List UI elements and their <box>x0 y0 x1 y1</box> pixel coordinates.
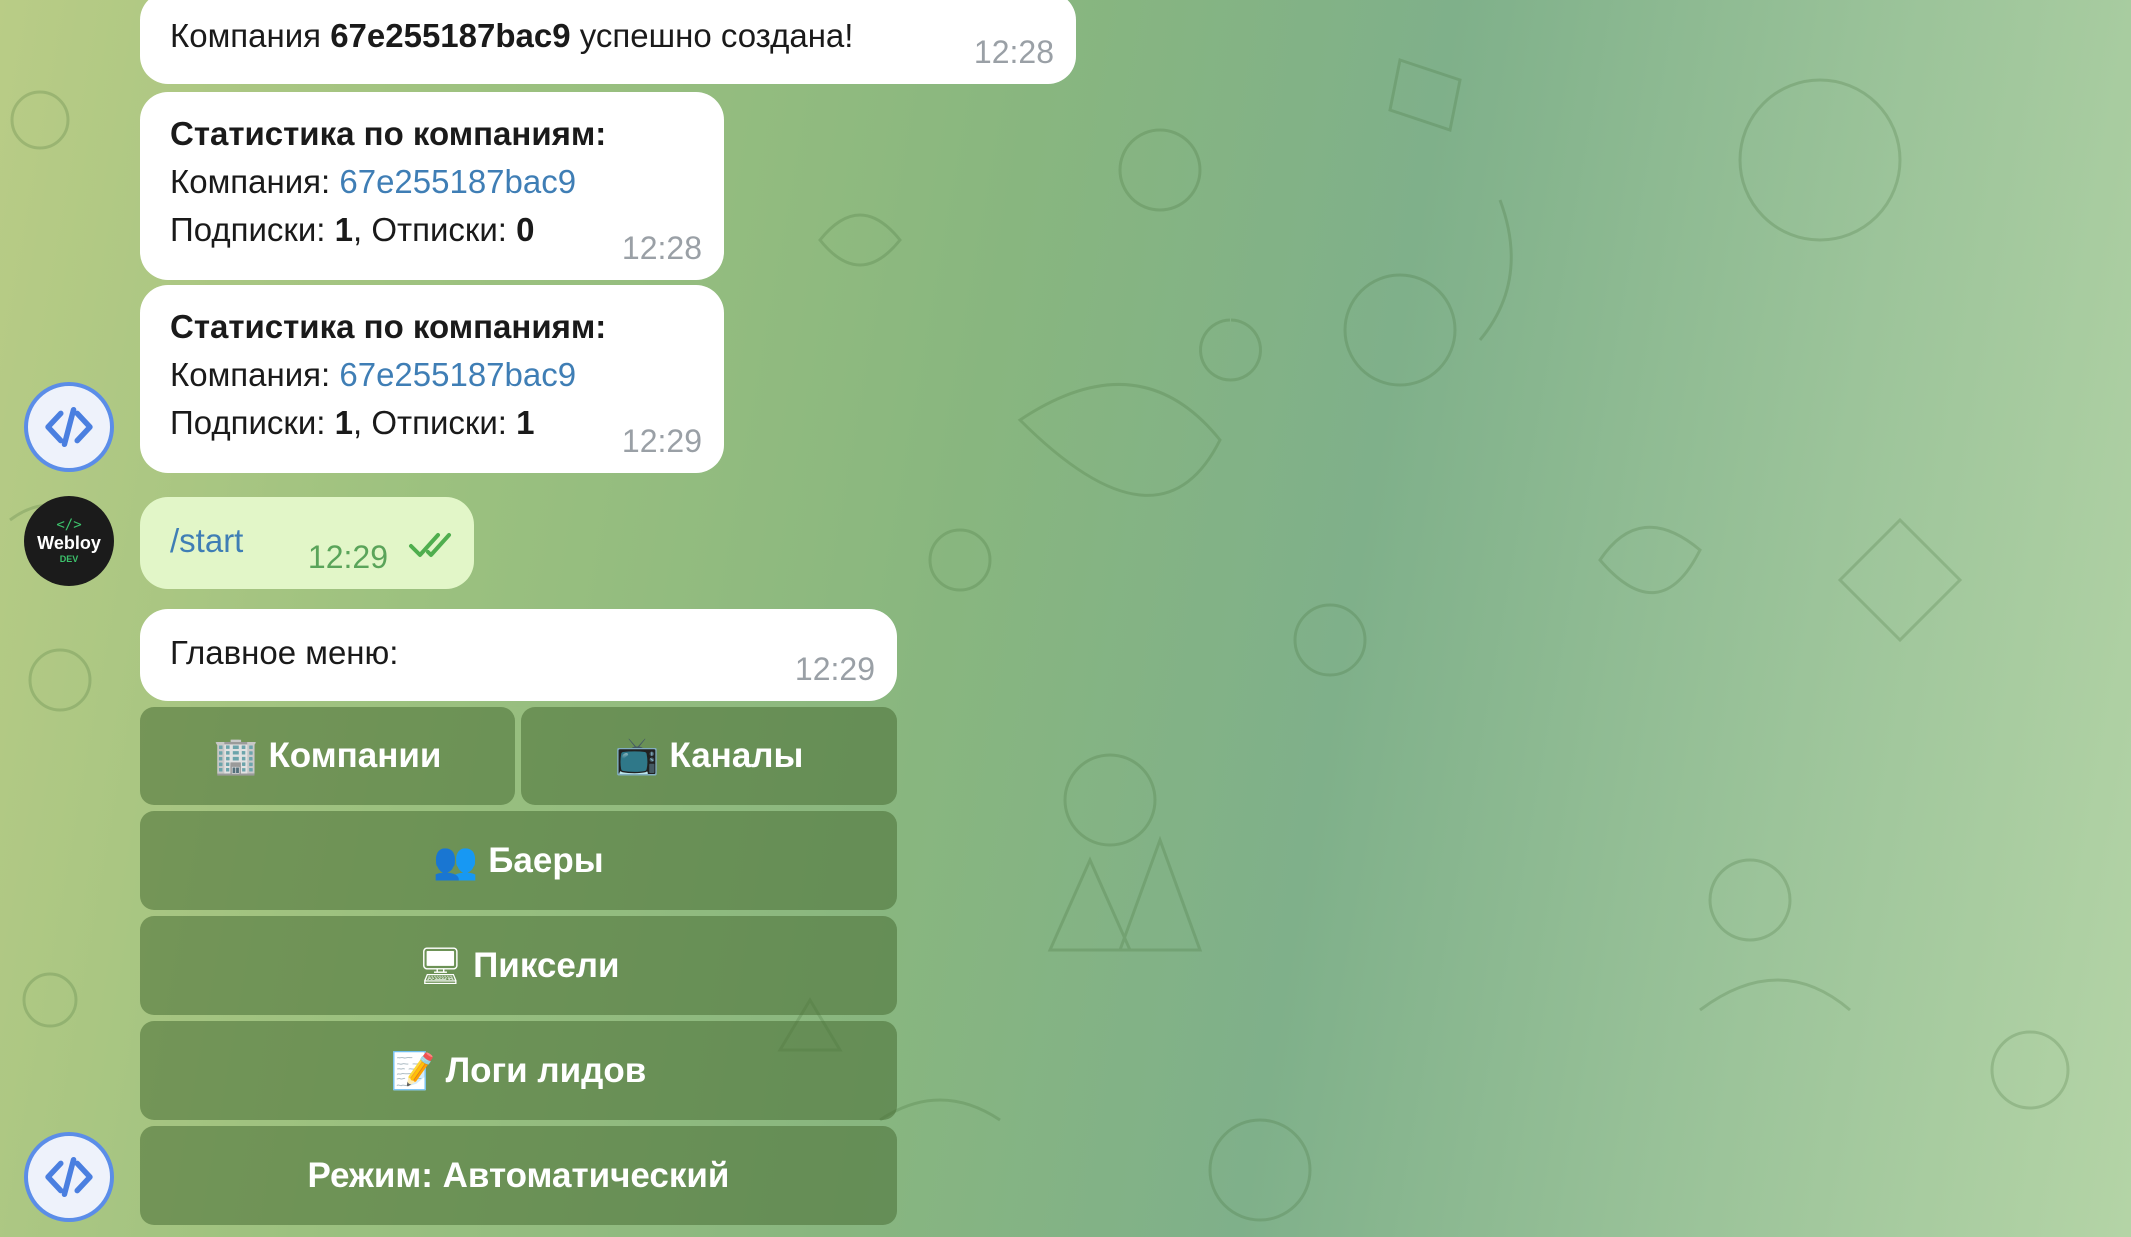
message-time: 12:28 <box>973 34 1054 70</box>
menu-title: Главное меню: <box>170 634 399 671</box>
buyers-button[interactable]: 👥 Баеры <box>140 811 897 910</box>
bot-avatar[interactable] <box>24 382 114 472</box>
message-time: 12:28 <box>621 230 702 266</box>
code-icon <box>45 406 93 448</box>
message-main-menu: Главное меню: 12:29 <box>140 609 897 701</box>
company-link[interactable]: 67e255187bac9 <box>339 163 576 200</box>
office-building-icon: 🏢 <box>213 736 259 777</box>
buyers-button-label: Баеры <box>488 840 604 880</box>
unsubs-count: 1 <box>516 404 535 441</box>
company-id: 67e255187bac9 <box>330 17 571 54</box>
message-stats-1: Статистика по компаниям: Компания: 67e25… <box>140 92 724 280</box>
read-checkmarks-icon <box>408 525 458 573</box>
pixels-button-label: Пиксели <box>473 945 620 985</box>
user-avatar-logo: </> <box>56 517 82 533</box>
subs-label: Подписки: <box>170 404 335 441</box>
start-command[interactable]: /start <box>170 522 243 559</box>
stats-title: Статистика по компаниям: <box>170 308 607 345</box>
channels-button-label: Каналы <box>669 736 804 775</box>
user-avatar-name: Webloy <box>37 533 101 553</box>
message-company-created: Компания 67e255187bac9 успешно создана! … <box>140 0 1076 84</box>
code-icon <box>45 1156 93 1198</box>
unsubs-label: , Отписки: <box>352 211 517 248</box>
company-link[interactable]: 67e255187bac9 <box>339 356 576 393</box>
company-label: Компания: <box>170 163 340 200</box>
people-icon: 👥 <box>433 840 479 882</box>
pixels-button[interactable]: 🖥 Пиксели <box>140 916 897 1015</box>
channels-button[interactable]: 📺 Каналы <box>521 707 897 805</box>
leads-logs-button-label: Логи лидов <box>445 1050 647 1090</box>
message-stats-2: Статистика по компаниям: Компания: 67e25… <box>140 285 724 473</box>
message-time: 12:29 <box>794 651 875 687</box>
companies-button-label: Компании <box>268 736 442 775</box>
user-avatar-sub: DEV <box>59 554 79 564</box>
companies-button[interactable]: 🏢 Компании <box>140 707 515 805</box>
leads-logs-button[interactable]: 📝 Логи лидов <box>140 1021 897 1120</box>
subs-count: 1 <box>334 404 353 441</box>
message-start-command: /start 12:29 <box>140 497 474 589</box>
message-time: 12:29 <box>621 423 702 459</box>
stats-title: Статистика по компаниям: <box>170 115 607 152</box>
message-suffix: успешно создана! <box>570 17 854 54</box>
monitor-icon: 🖥 <box>417 945 464 987</box>
subs-label: Подписки: <box>170 211 335 248</box>
subs-count: 1 <box>334 211 353 248</box>
tv-icon: 📺 <box>614 736 660 777</box>
user-avatar[interactable]: </> Webloy DEV <box>24 496 114 586</box>
memo-icon: 📝 <box>390 1050 436 1092</box>
unsubs-label: , Отписки: <box>352 404 517 441</box>
mode-button-label: Режим: Автоматический <box>307 1155 730 1195</box>
message-time: 12:29 <box>307 539 388 575</box>
company-label: Компания: <box>170 356 340 393</box>
bot-avatar[interactable] <box>24 1132 114 1222</box>
mode-button[interactable]: Режим: Автоматический <box>140 1126 897 1225</box>
unsubs-count: 0 <box>516 211 535 248</box>
message-prefix: Компания <box>170 17 331 54</box>
